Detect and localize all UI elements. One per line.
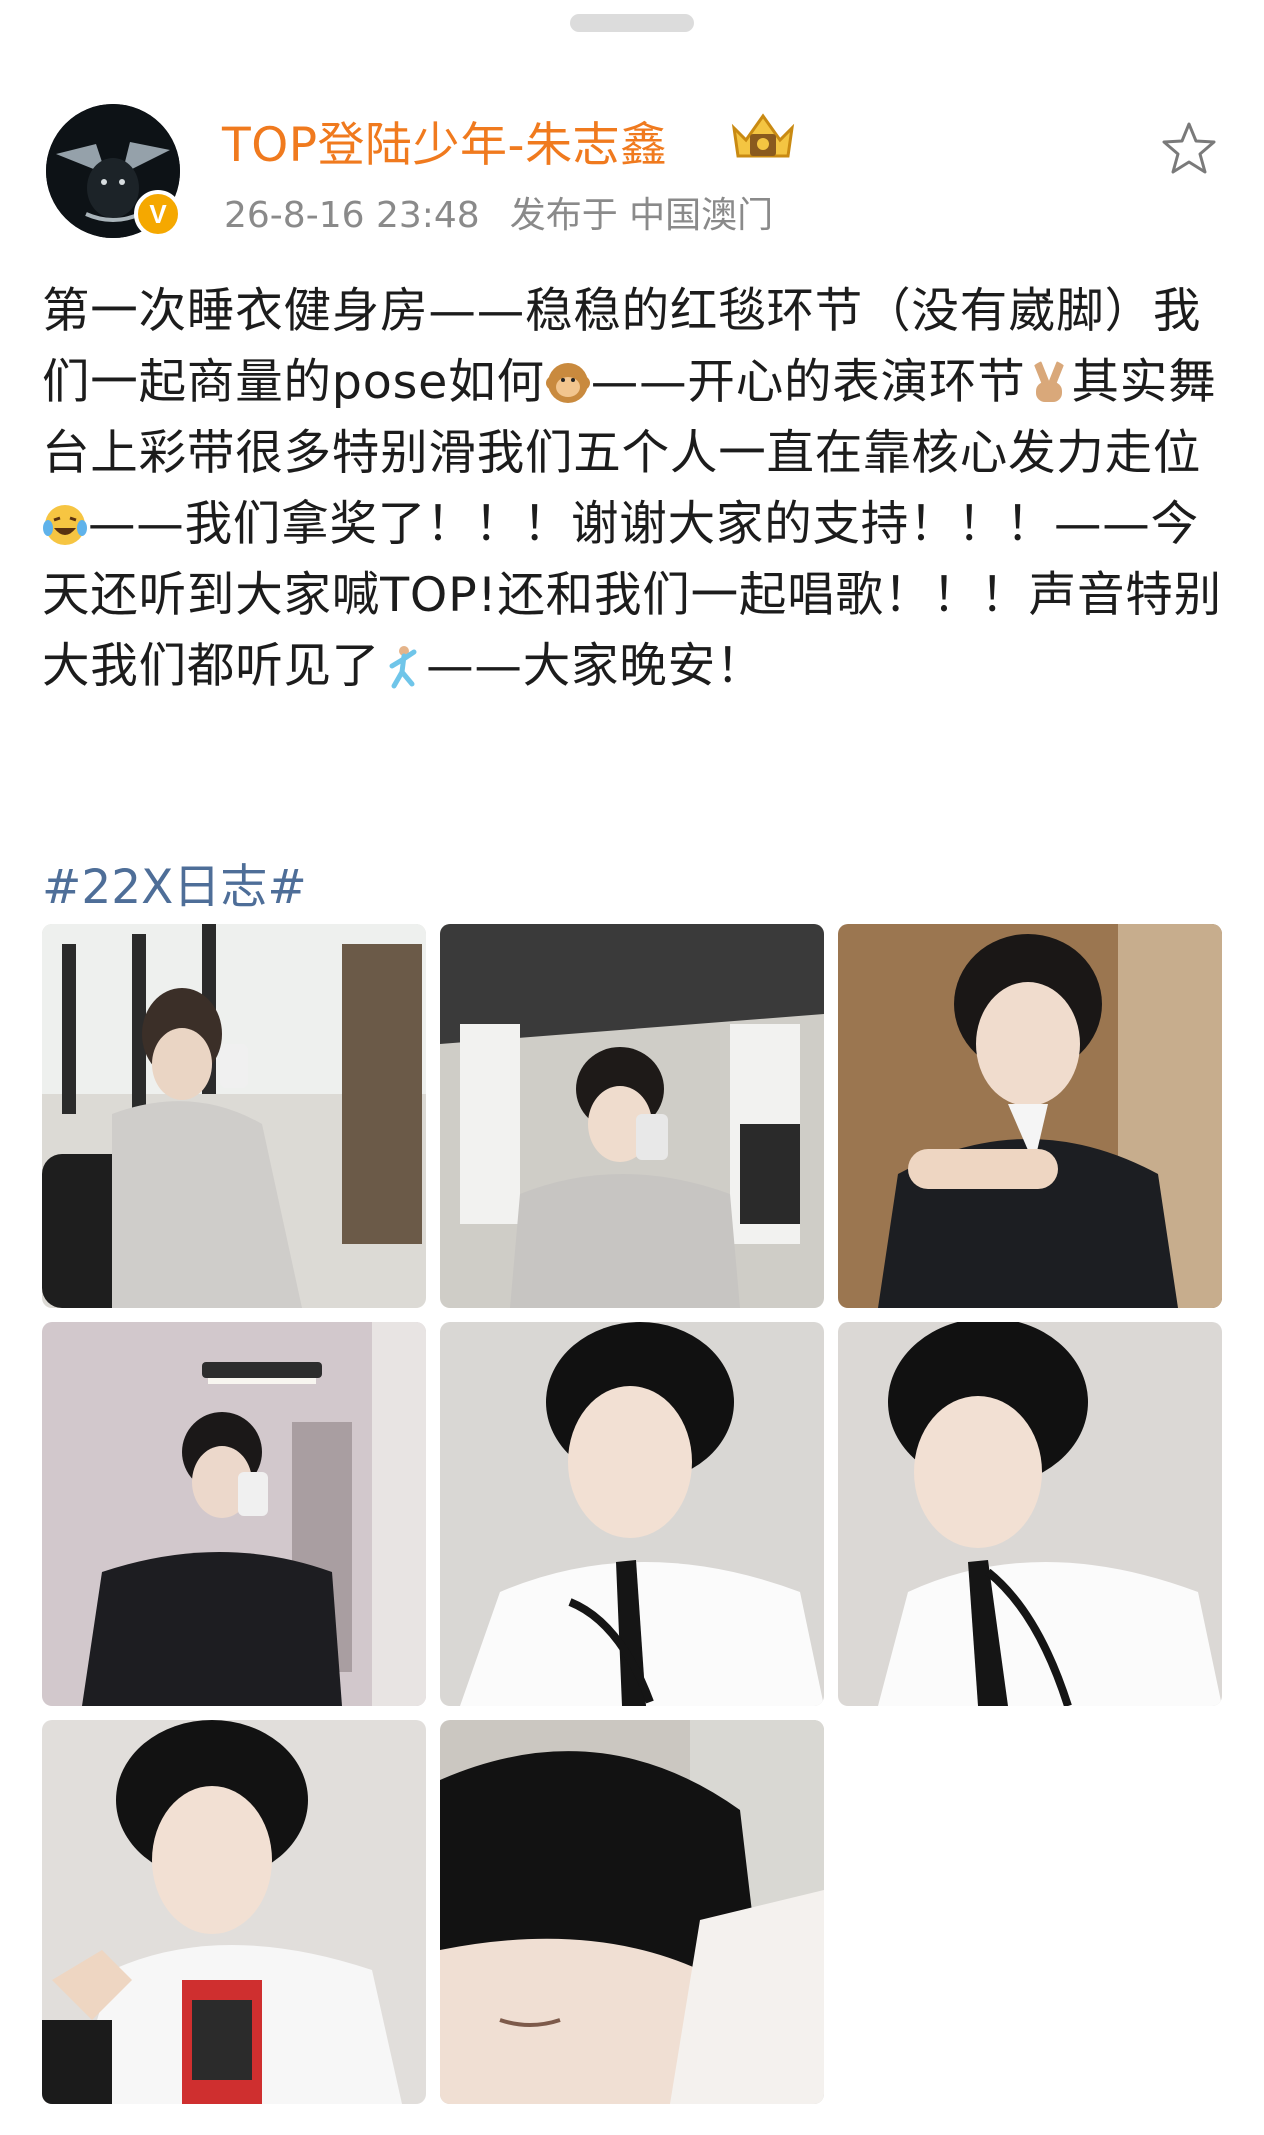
star-favorite-icon[interactable] <box>1160 120 1218 178</box>
post-timestamp: 26-8-16 23:48 <box>224 195 480 236</box>
monkey-emoji <box>545 363 590 403</box>
photo-suit-mirror-selfie[interactable] <box>42 1322 426 1706</box>
photo-closeup-eyes-closed[interactable] <box>440 1720 824 2104</box>
photo-white-jacket-peace[interactable] <box>42 1720 426 2104</box>
photo-black-suit-pointing[interactable] <box>838 924 1222 1308</box>
verified-icon: V <box>134 190 182 238</box>
topic-hashtag[interactable]: #22X日志# <box>42 848 307 917</box>
content-text-5: ——大家晚安！ <box>426 639 765 694</box>
victory-hand-emoji <box>1033 360 1064 402</box>
photo-white-shirt-tie-2[interactable] <box>838 1322 1222 1706</box>
photo-gym-mirror-selfie-1[interactable] <box>42 924 426 1308</box>
laughing-tears-emoji <box>43 505 87 545</box>
crown-badge-icon[interactable] <box>728 108 798 166</box>
photo-gym-mirror-selfie-2[interactable] <box>440 924 824 1308</box>
photo-grid <box>42 924 1222 2104</box>
drag-handle[interactable] <box>570 14 694 32</box>
dancing-man-emoji <box>389 646 417 689</box>
post-detail-sheet: V TOP登陆少年-朱志鑫 26-8-16 23:48 发布于 中国澳门 第一次睡… <box>0 0 1264 2135</box>
post-meta: 26-8-16 23:48 发布于 中国澳门 <box>224 186 803 238</box>
photo-white-shirt-tie-1[interactable] <box>440 1322 824 1706</box>
post-location: 发布于 中国澳门 <box>509 195 774 236</box>
post-content: 第一次睡衣健身房——稳稳的红毯环节（没有崴脚）我们一起商量的pose如何 ——开心… <box>42 276 1226 702</box>
content-text-2: ——开心的表演环节 <box>590 355 1026 410</box>
author-name[interactable]: TOP登陆少年-朱志鑫 <box>222 106 668 175</box>
